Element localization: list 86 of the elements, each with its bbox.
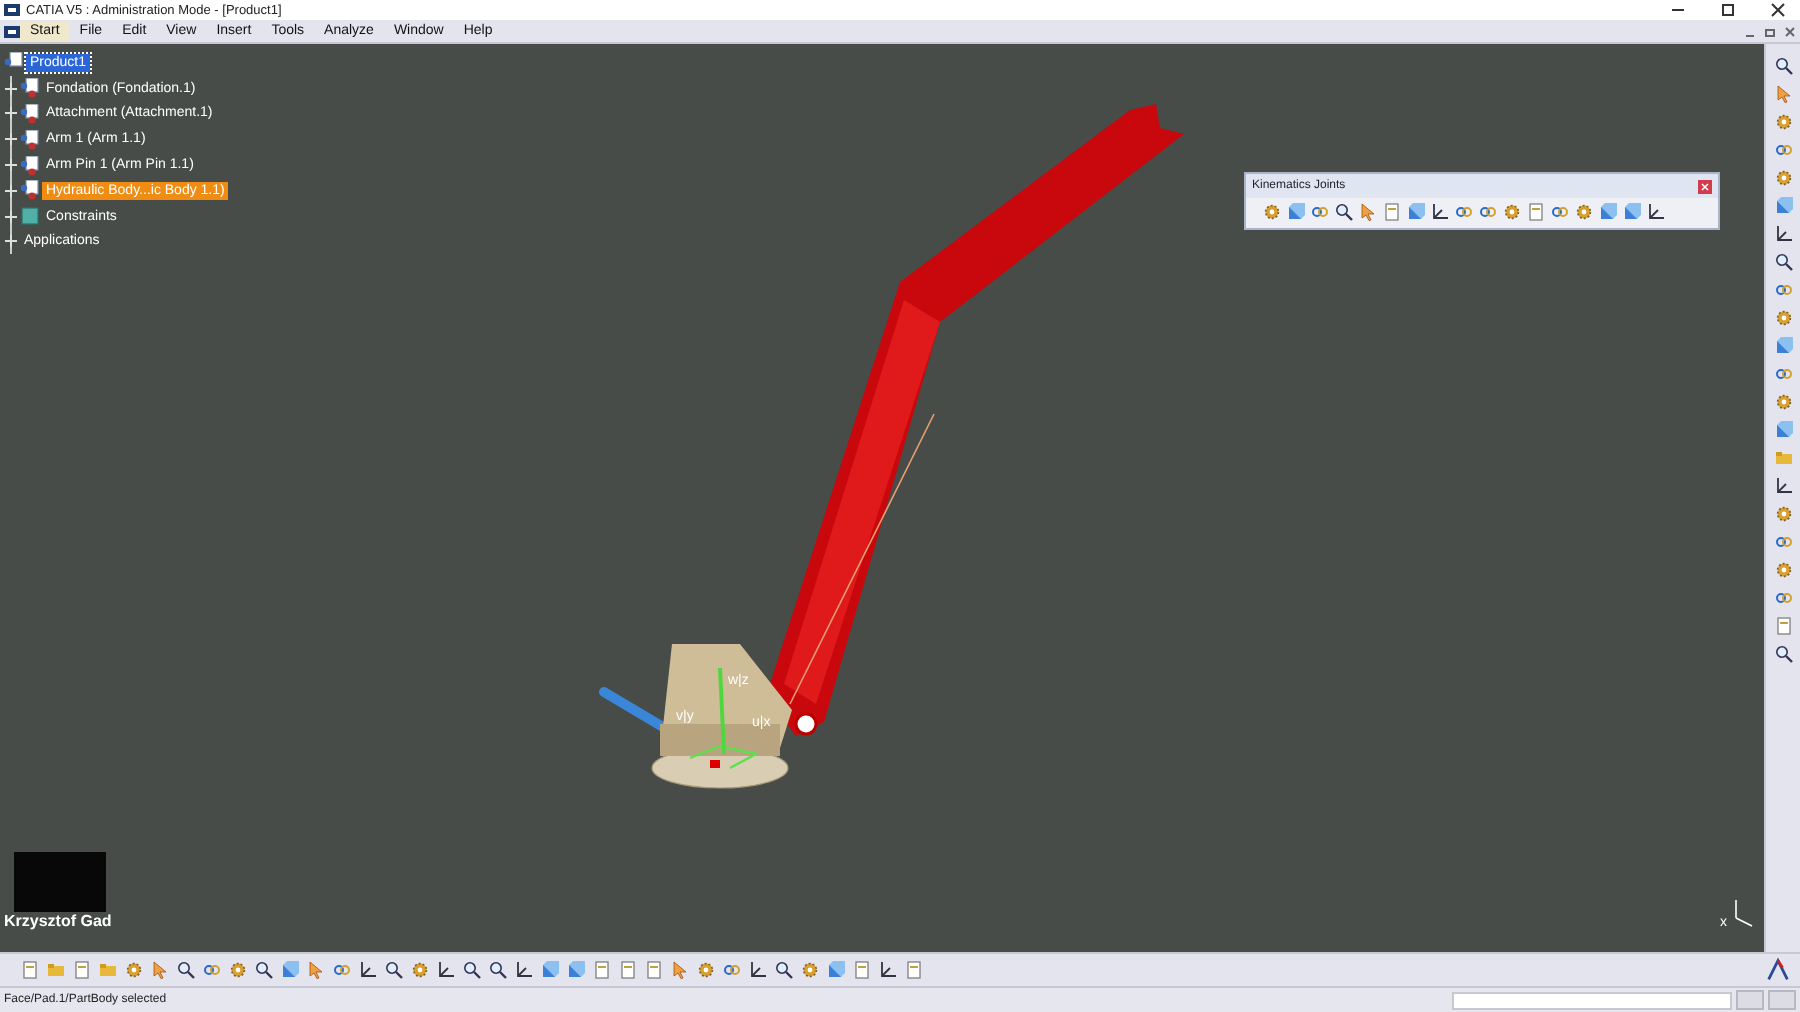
- document-icon[interactable]: [72, 960, 92, 980]
- document-icon[interactable]: [20, 960, 40, 980]
- gear-icon[interactable]: [228, 960, 248, 980]
- chain-link-icon[interactable]: [1773, 364, 1793, 384]
- cursor-icon[interactable]: [670, 960, 690, 980]
- constraints-icon: [20, 206, 40, 227]
- cube-icon[interactable]: [826, 960, 846, 980]
- chain-link-icon[interactable]: [1773, 532, 1793, 552]
- axis-icon[interactable]: [358, 960, 378, 980]
- axis-icon[interactable]: [1646, 202, 1666, 222]
- cube-icon[interactable]: [1598, 202, 1618, 222]
- cube-icon[interactable]: [1773, 420, 1793, 440]
- cube-icon[interactable]: [1286, 202, 1306, 222]
- axis-icon[interactable]: [1773, 476, 1793, 496]
- chain-link-icon[interactable]: [202, 960, 222, 980]
- expand-icon[interactable]: [4, 234, 18, 249]
- magnifier-icon[interactable]: [488, 960, 508, 980]
- magnifier-icon[interactable]: [1773, 252, 1793, 272]
- expand-icon[interactable]: [4, 81, 18, 96]
- gear-icon[interactable]: [1773, 308, 1793, 328]
- gear-icon[interactable]: [800, 960, 820, 980]
- video-placeholder: [14, 852, 106, 912]
- workbench-icon[interactable]: [4, 23, 20, 39]
- gear-icon[interactable]: [124, 960, 144, 980]
- document-icon[interactable]: [592, 960, 612, 980]
- gear-icon[interactable]: [1773, 168, 1793, 188]
- command-input-field[interactable]: [1452, 991, 1732, 1009]
- document-icon[interactable]: [1526, 202, 1546, 222]
- cube-icon[interactable]: [566, 960, 586, 980]
- document-icon[interactable]: [1382, 202, 1402, 222]
- gear-icon[interactable]: [410, 960, 430, 980]
- gear-icon[interactable]: [1773, 560, 1793, 580]
- magnifier-icon[interactable]: [1334, 202, 1354, 222]
- expand-icon[interactable]: [4, 158, 18, 173]
- cube-icon[interactable]: [1622, 202, 1642, 222]
- chain-link-icon[interactable]: [332, 960, 352, 980]
- presenter-caption: Krzysztof Gad: [4, 912, 114, 930]
- chain-link-icon[interactable]: [1773, 280, 1793, 300]
- cursor-icon[interactable]: [306, 960, 326, 980]
- product-icon: [4, 52, 24, 73]
- document-icon[interactable]: [1773, 616, 1793, 636]
- gear-icon[interactable]: [1773, 112, 1793, 132]
- gear-icon[interactable]: [1773, 392, 1793, 412]
- gear-icon[interactable]: [696, 960, 716, 980]
- expand-icon[interactable]: [4, 132, 18, 147]
- part-icon: [20, 78, 40, 99]
- chain-link-icon[interactable]: [1773, 140, 1793, 160]
- cursor-icon[interactable]: [1773, 84, 1793, 104]
- gear-icon[interactable]: [1262, 202, 1282, 222]
- restore-icon[interactable]: [1762, 23, 1778, 39]
- cube-icon[interactable]: [1773, 196, 1793, 216]
- magnifier-icon[interactable]: [1773, 56, 1793, 76]
- axis-icon[interactable]: [1430, 202, 1450, 222]
- part-icon: [20, 129, 40, 150]
- part-icon: [20, 103, 40, 124]
- gear-icon[interactable]: [1502, 202, 1522, 222]
- expand-icon[interactable]: [4, 209, 18, 224]
- magnifier-icon[interactable]: [254, 960, 274, 980]
- part-icon: [20, 180, 40, 201]
- magnifier-icon[interactable]: [1773, 644, 1793, 664]
- magnifier-icon[interactable]: [462, 960, 482, 980]
- document-icon[interactable]: [644, 960, 664, 980]
- maximize-icon[interactable]: [1718, 0, 1738, 20]
- axis-icon[interactable]: [514, 960, 534, 980]
- expand-icon[interactable]: [4, 183, 18, 198]
- compass-icon[interactable]: [1735, 899, 1753, 927]
- chain-link-icon[interactable]: [722, 960, 742, 980]
- cube-icon[interactable]: [1406, 202, 1426, 222]
- gear-icon[interactable]: [1773, 504, 1793, 524]
- magnifier-icon[interactable]: [774, 960, 794, 980]
- chain-link-icon[interactable]: [1310, 202, 1330, 222]
- cube-icon[interactable]: [1773, 336, 1793, 356]
- chain-link-icon[interactable]: [1773, 588, 1793, 608]
- axis-icon[interactable]: [1773, 224, 1793, 244]
- document-icon[interactable]: [618, 960, 638, 980]
- magnifier-icon[interactable]: [384, 960, 404, 980]
- part-icon: [20, 155, 40, 176]
- close-icon[interactable]: [1768, 0, 1788, 20]
- logo-icon: [1764, 956, 1792, 984]
- axis-icon[interactable]: [748, 960, 768, 980]
- magnifier-icon[interactable]: [176, 960, 196, 980]
- expand-icon[interactable]: [4, 106, 18, 121]
- axis-icon[interactable]: [878, 960, 898, 980]
- axis-icon[interactable]: [436, 960, 456, 980]
- gear-icon[interactable]: [1574, 202, 1594, 222]
- chain-link-icon[interactable]: [1550, 202, 1570, 222]
